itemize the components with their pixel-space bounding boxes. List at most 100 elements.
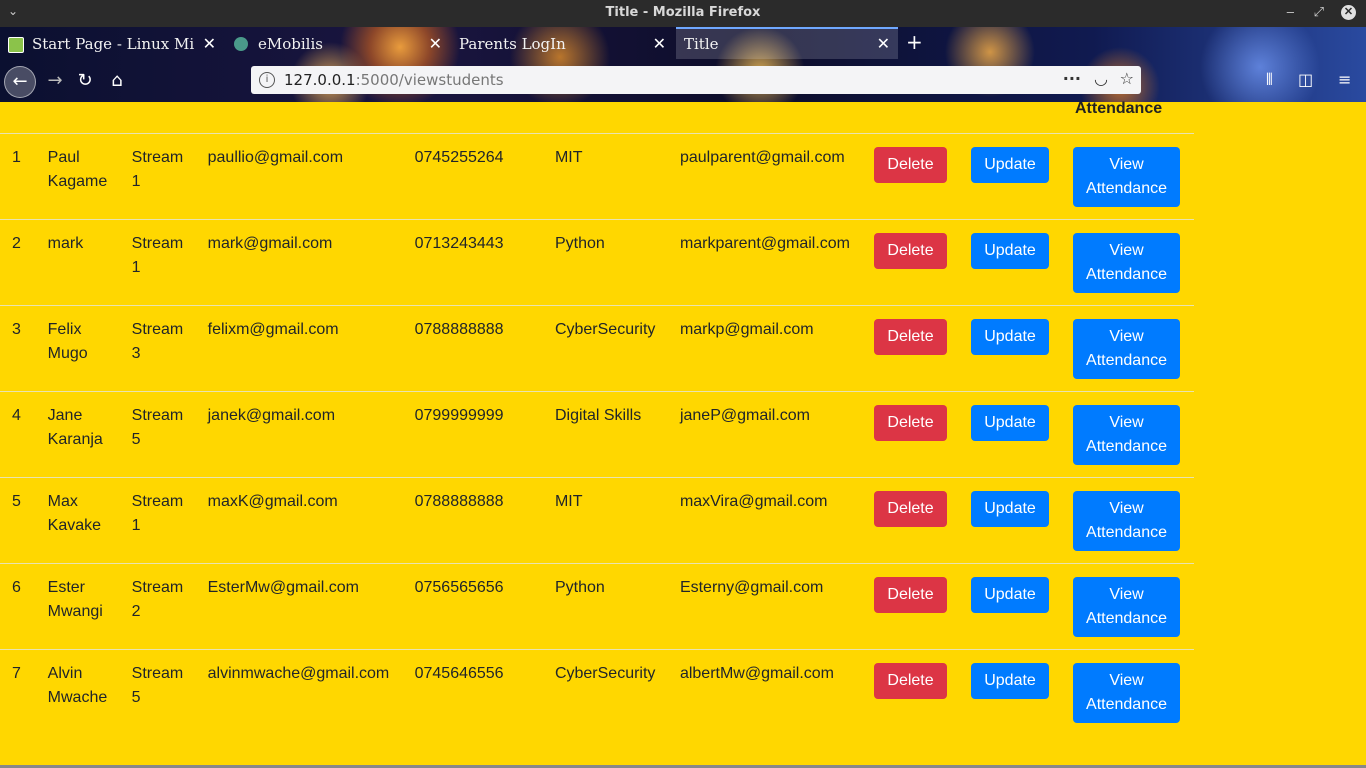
delete-button[interactable]: Delete: [874, 491, 948, 527]
cell-name: Paul Kagame: [47, 149, 108, 190]
cell-parent-email: Esterny@gmail.com: [679, 579, 824, 596]
cell-name: Felix Mugo: [47, 321, 88, 362]
cell-course: MIT: [554, 149, 583, 166]
cell-action: Update: [959, 650, 1061, 736]
cell-parent-email: albertMw@gmail.com: [679, 665, 834, 682]
restore-icon[interactable]: ⤢: [1314, 4, 1324, 20]
cell-course: CyberSecurity: [554, 665, 656, 682]
cell-action: Update: [959, 134, 1061, 220]
cell-action: Delete: [862, 650, 959, 736]
table-row: 7 Alvin Mwache Stream 5 alvinmwache@gmail.c…: [0, 649, 1194, 736]
cell-action: Delete: [862, 134, 959, 220]
view-attendance-button[interactable]: View Attendance: [1073, 319, 1181, 379]
minimize-icon[interactable]: –: [1287, 4, 1294, 19]
cell-parent-email: paulparent@gmail.com: [679, 149, 845, 166]
home-icon[interactable]: ⌂: [102, 66, 132, 96]
forward-icon[interactable]: →: [40, 66, 70, 96]
cell-action: View Attendance: [1061, 134, 1194, 220]
tab-parents-login[interactable]: Parents LogIn ✕: [452, 29, 674, 59]
cell-course: Digital Skills: [554, 407, 642, 424]
cell-name: Max Kavake: [47, 493, 102, 534]
cell-action: View Attendance: [1061, 392, 1194, 478]
tab-label: Start Page - Linux Mi: [32, 35, 195, 53]
close-tab-icon[interactable]: ✕: [203, 29, 216, 59]
cell-action: Update: [959, 220, 1061, 306]
cell-stream: Stream 5: [131, 407, 184, 448]
cell-course: MIT: [554, 493, 583, 510]
cell-id: 5: [12, 493, 21, 510]
url-text[interactable]: 127.0.0.1:5000/viewstudents: [284, 71, 504, 89]
view-attendance-button[interactable]: View Attendance: [1073, 233, 1181, 293]
delete-button[interactable]: Delete: [874, 405, 948, 441]
update-button[interactable]: Update: [971, 491, 1050, 527]
cell-course: CyberSecurity: [554, 321, 656, 338]
cell-phone: 0788888888: [414, 493, 504, 510]
view-attendance-button[interactable]: View Attendance: [1073, 491, 1181, 551]
view-attendance-button[interactable]: View Attendance: [1073, 577, 1181, 637]
cell-action: Update: [959, 478, 1061, 564]
page-actions-icon[interactable]: ···: [1063, 69, 1081, 88]
update-button[interactable]: Update: [971, 147, 1050, 183]
cell-stream: Stream 2: [131, 579, 184, 620]
cell-email: mark@gmail.com: [207, 235, 333, 252]
sidebar-icon[interactable]: ◫: [1298, 70, 1313, 89]
window-title: Title - Mozilla Firefox: [605, 5, 761, 20]
pocket-icon[interactable]: ◡: [1094, 69, 1108, 88]
delete-button[interactable]: Delete: [874, 233, 948, 269]
close-window-icon[interactable]: ✕: [1341, 5, 1356, 20]
hamburger-menu-icon[interactable]: ≡: [1338, 70, 1351, 89]
back-icon[interactable]: ←: [4, 66, 36, 98]
table-row: 3 Felix Mugo Stream 3 felixm@gmail.com 07888…: [0, 305, 1194, 392]
library-icon[interactable]: ⫴: [1266, 70, 1273, 90]
update-button[interactable]: Update: [971, 319, 1050, 355]
view-attendance-button[interactable]: View Attendance: [1073, 147, 1181, 207]
cell-email: paullio@gmail.com: [207, 149, 344, 166]
cell-action: View Attendance: [1061, 306, 1194, 392]
cell-stream: Stream 1: [131, 235, 184, 276]
close-tab-icon[interactable]: ✕: [877, 29, 890, 59]
linuxmint-icon: [8, 37, 24, 53]
close-tab-icon[interactable]: ✕: [653, 29, 666, 59]
update-button[interactable]: Update: [971, 405, 1050, 441]
cell-stream: Stream 3: [131, 321, 184, 362]
tab-title[interactable]: Title ✕: [676, 27, 898, 59]
new-tab-icon[interactable]: +: [906, 30, 923, 54]
bookmark-star-icon[interactable]: ☆: [1120, 69, 1134, 88]
cell-course: Python: [554, 235, 605, 252]
table-row: 6 Ester Mwangi Stream 2 EsterMw@gmail.com 07…: [0, 563, 1194, 650]
delete-button[interactable]: Delete: [874, 319, 948, 355]
cell-parent-email: markp@gmail.com: [679, 321, 814, 338]
cell-action: Delete: [862, 478, 959, 564]
tab-label: eMobilis: [258, 35, 323, 53]
cell-action: View Attendance: [1061, 478, 1194, 564]
cell-id: 7: [12, 665, 21, 682]
table-row: 5 Max Kavake Stream 1 maxK@gmail.com 0788888…: [0, 477, 1194, 564]
info-icon[interactable]: i: [259, 72, 275, 88]
update-button[interactable]: Update: [971, 663, 1050, 699]
cell-phone: 0745255264: [414, 149, 504, 166]
view-attendance-button[interactable]: View Attendance: [1073, 405, 1181, 465]
window-titlebar: ⌄ Title - Mozilla Firefox – ⤢ ✕: [0, 0, 1366, 27]
reload-icon[interactable]: ↻: [70, 66, 100, 96]
tab-emobilis[interactable]: eMobilis ✕: [226, 29, 450, 59]
address-bar[interactable]: i 127.0.0.1:5000/viewstudents ··· ◡ ☆: [251, 66, 1141, 94]
update-button[interactable]: Update: [971, 233, 1050, 269]
cell-stream: Stream 5: [131, 665, 184, 706]
cell-parent-email: maxVira@gmail.com: [679, 493, 828, 510]
cell-phone: 0788888888: [414, 321, 504, 338]
cell-action: Update: [959, 392, 1061, 478]
cell-phone: 0799999999: [414, 407, 504, 424]
update-button[interactable]: Update: [971, 577, 1050, 613]
delete-button[interactable]: Delete: [874, 147, 948, 183]
view-attendance-button[interactable]: View Attendance: [1073, 663, 1181, 723]
cell-email: janek@gmail.com: [207, 407, 336, 424]
tab-start-page[interactable]: Start Page - Linux Mi ✕: [0, 29, 224, 59]
url-host: 127.0.0.1: [284, 71, 356, 89]
cell-name: Ester Mwangi: [47, 579, 103, 620]
delete-button[interactable]: Delete: [874, 663, 948, 699]
close-tab-icon[interactable]: ✕: [429, 29, 442, 59]
delete-button[interactable]: Delete: [874, 577, 948, 613]
cell-name: Alvin Mwache: [47, 665, 108, 706]
cell-action: Delete: [862, 306, 959, 392]
table-row: 4 Jane Karanja Stream 5 janek@gmail.com 0799…: [0, 391, 1194, 478]
